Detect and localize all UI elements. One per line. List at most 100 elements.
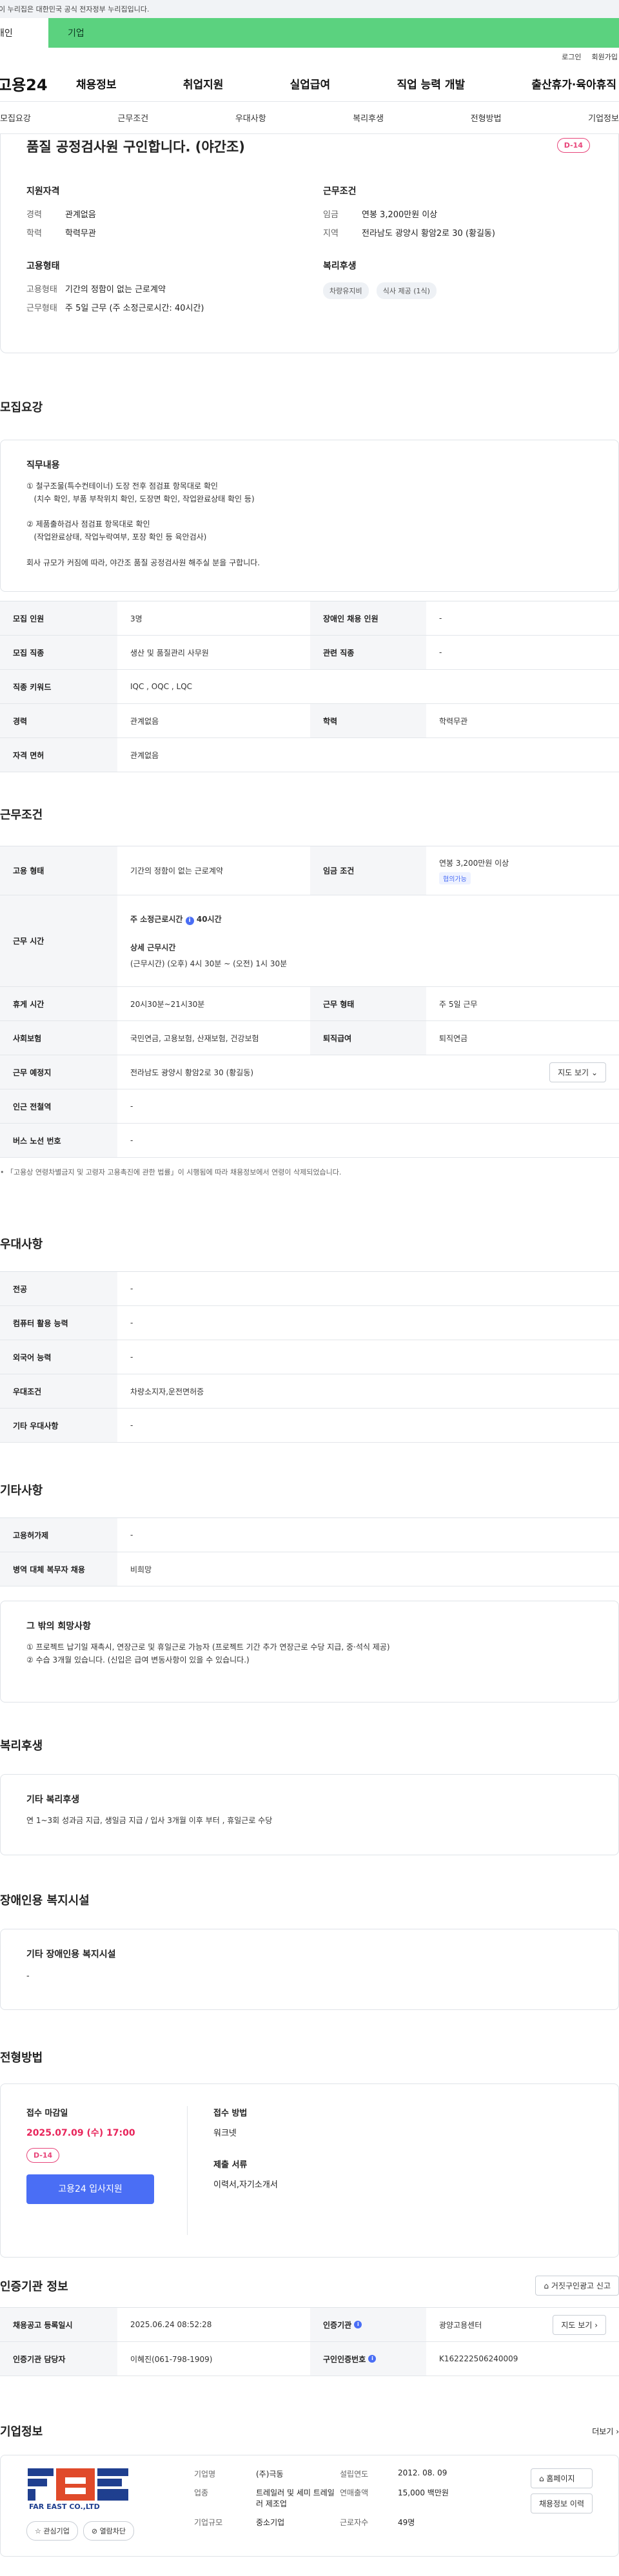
deadline-value: 2025.07.09 (수) 17:00 [26, 2128, 135, 2138]
etc-pref-value: - [130, 1421, 133, 1430]
gnb-item-training[interactable]: 직업 능력 개발 [397, 75, 465, 92]
agency-map-button[interactable]: 지도 보기 › [553, 2314, 606, 2335]
detail-hours-value: (근무시간) (오후) 4시 30분 ~ (오전) 1시 30분 [130, 959, 288, 968]
recruit-edu-value: 학력무관 [439, 716, 468, 726]
block-company-button[interactable]: ⊘ 열람차단 [83, 2521, 135, 2541]
tab-conditions[interactable]: 근무조건 [117, 112, 148, 124]
industry-value: 트레일러 및 세미 트레일러 제조업 [256, 2488, 335, 2508]
welfare-section: 복리후생 기타 복리후생 연 1~3회 성과금 지급, 생일금 지급 / 입사 … [0, 1737, 619, 1855]
region-label: 지역 [323, 229, 339, 239]
tab-individual[interactable]: 개인 [0, 18, 48, 48]
agency-label: 인증기관 [323, 2320, 352, 2330]
insurance-label: 사회보험 [0, 1021, 117, 1055]
welfare-card: 기타 복리후생 연 1~3회 성과금 지급, 생일금 지급 / 입사 3개월 이… [0, 1774, 619, 1855]
gnb-item-employment-support[interactable]: 취업지원 [183, 75, 224, 92]
qualification-heading: 지원자격 [26, 186, 60, 197]
fav-company-label: 관심기업 [43, 2527, 70, 2535]
company-more-link[interactable]: 더보기 › [592, 2426, 619, 2437]
disabled-hire-value: - [439, 614, 442, 623]
education-label: 학력 [26, 229, 42, 239]
detail-anchor-tabs: 모집요강 근무조건 우대사항 복리후생 전형방법 기업정보 [0, 102, 619, 134]
report-fake-ad-button[interactable]: ⌂ 거짓구인광고 신고 [535, 2276, 619, 2296]
work-type-value: 주 5일 근무 (주 소정근로시간: 40시간) [65, 304, 204, 313]
pref-cond-value: 차량소지자,운전면허증 [130, 1387, 204, 1396]
report-fake-ad-label: 거짓구인광고 신고 [551, 2281, 611, 2290]
company-card: FAR EAST CO.,LTD ☆ 관심기업 ⊘ 열람차단 기업명 (주)극동 … [0, 2455, 619, 2557]
sales-value: 15,000 백만원 [398, 2488, 449, 2497]
agency-value: 광양고용센터 [439, 2320, 482, 2330]
job-value: 생산 및 품질관리 사무원 [130, 648, 209, 658]
recruit-table: 모집 인원 3명 장애인 채용 인원 - 모집 직종 생산 및 품질관리 사무원 관련 직… [0, 601, 619, 772]
bus-label: 버스 노선 번호 [0, 1124, 117, 1157]
job-label: 모집 직종 [0, 636, 117, 669]
sales-label: 연매출액 [340, 2488, 369, 2497]
docs-value: 이력서,자기소개서 [213, 2180, 278, 2190]
headcount-label: 모집 인원 [0, 601, 117, 635]
founded-value: 2012. 08. 09 [398, 2468, 447, 2477]
gnb-item-parental-leave[interactable]: 출산휴가·육아휴직 [531, 75, 616, 92]
login-link[interactable]: 로그인 [562, 52, 581, 62]
tab-recruit[interactable]: 모집요강 [0, 112, 31, 124]
welfare-etc-heading: 기타 복리후생 [26, 1795, 80, 1805]
major-label: 전공 [0, 1272, 117, 1305]
company-logo: FAR EAST CO.,LTD ☆ 관심기업 ⊘ 열람차단 [26, 2468, 155, 2541]
employment-heading: 고용형태 [26, 261, 60, 271]
block-company-label: 열람차단 [99, 2527, 126, 2535]
rest-value: 20시30분~21시30분 [130, 999, 205, 1009]
license-value: 관계없음 [130, 750, 159, 760]
join-link[interactable]: 회원가입 [592, 52, 618, 62]
region-value: 전라남도 광양시 황암2로 30 (황길동) [362, 229, 495, 239]
deadline-label: 접수 마감일 [26, 2109, 68, 2118]
svg-text:FAR EAST CO.,LTD: FAR EAST CO.,LTD [29, 2503, 100, 2511]
gnb-item-unemployment-benefit[interactable]: 실업급여 [290, 75, 331, 92]
welfare-chip: 차량유지비 [323, 282, 369, 299]
conditions-block: 근무조건 임금 연봉 3,200만원 이상 지역 전라남도 광양시 황암2로 30 … [323, 184, 594, 245]
company-info-grid: 기업명 (주)극동 설립연도 2012. 08. 09 업종 트레일러 및 세미 트레… [194, 2468, 507, 2528]
tab-preference[interactable]: 우대사항 [235, 112, 266, 124]
tab-company[interactable]: 기업정보 [588, 112, 619, 124]
section-title-preference: 우대사항 [0, 1238, 43, 1251]
age-note-text: 「고용상 연령차별금지 및 고령자 고용촉진에 관한 법률」이 시행됨에 따라 … [6, 1168, 342, 1176]
info-icon[interactable]: i [185, 916, 194, 925]
recruit-career-label: 경력 [0, 704, 117, 737]
career-label: 경력 [26, 210, 42, 220]
keyword-value: IQC , OQC , LQC [130, 682, 193, 691]
pref-cond-label: 우대조건 [0, 1374, 117, 1408]
apply-button[interactable]: 고용24 입사지원 [26, 2174, 154, 2204]
disability-value: - [26, 1971, 30, 1981]
job-history-button[interactable]: 채용정보 이력 [530, 2493, 593, 2513]
conditions-section: 근무조건 고용 형태 기간의 정함이 없는 근로계약 임금 조건 연봉 3,200만원… [0, 806, 619, 1177]
site-logo[interactable]: 고용24 [0, 72, 76, 95]
company-section: 기업정보 더보기 › FAR EAST CO.,LTD ☆ 관심기업 ⊘ 열람차… [0, 2423, 619, 2557]
wage-cond-label: 임금 조건 [310, 846, 426, 895]
shift-label: 근무 형태 [310, 987, 426, 1020]
company-name-value: (주)극동 [256, 2470, 284, 2479]
foreign-value: - [130, 1530, 133, 1539]
homepage-button[interactable]: ⌂ 홈페이지 [530, 2468, 593, 2488]
wage-cond-value: 연봉 3,200만원 이상 [439, 858, 509, 868]
apply-dday-badge: D-14 [26, 2148, 60, 2163]
job-summary-card: 품질 공정검사원 구인합니다. (야간조) D-14 지원자격 경력 관계없음 학… [0, 134, 619, 353]
map-view-button[interactable]: 지도 보기 ⌄ [549, 1062, 606, 1082]
section-title-etc: 기타사항 [0, 1484, 43, 1498]
method-value: 워크넷 [213, 2129, 237, 2138]
tab-business[interactable]: 기업 [48, 18, 619, 48]
tab-welfare[interactable]: 복리후생 [353, 112, 384, 124]
military-value: 비희망 [130, 1565, 152, 1574]
manager-label: 인증기관 담당자 [0, 2342, 117, 2376]
info-icon[interactable]: i [368, 2355, 377, 2363]
staff-value: 49명 [398, 2518, 415, 2527]
negotiable-badge: 협의가능 [439, 872, 471, 884]
size-value: 중소기업 [256, 2518, 285, 2527]
reg-date-label: 채용공고 등록일시 [0, 2308, 117, 2341]
fav-company-button[interactable]: ☆ 관심기업 [26, 2521, 78, 2541]
info-icon[interactable]: i [354, 2321, 362, 2328]
conditions-table: 고용 형태 기간의 정함이 없는 근로계약 임금 조건 연봉 3,200만원 이상 협의… [0, 846, 619, 1158]
tab-apply-method[interactable]: 전형방법 [471, 112, 502, 124]
wish-line: ① 프로젝트 납기일 재촉시, 연장근로 및 휴일근로 가능자 (프로젝트 기간… [26, 1643, 390, 1652]
work-type-label: 근무형태 [26, 304, 57, 313]
gnb-item-jobs[interactable]: 채용정보 [76, 75, 117, 92]
audience-tabs: 개인 기업 [0, 18, 619, 48]
shift-value: 주 5일 근무 [439, 999, 478, 1009]
severance-label: 퇴직급여 [310, 1021, 426, 1055]
